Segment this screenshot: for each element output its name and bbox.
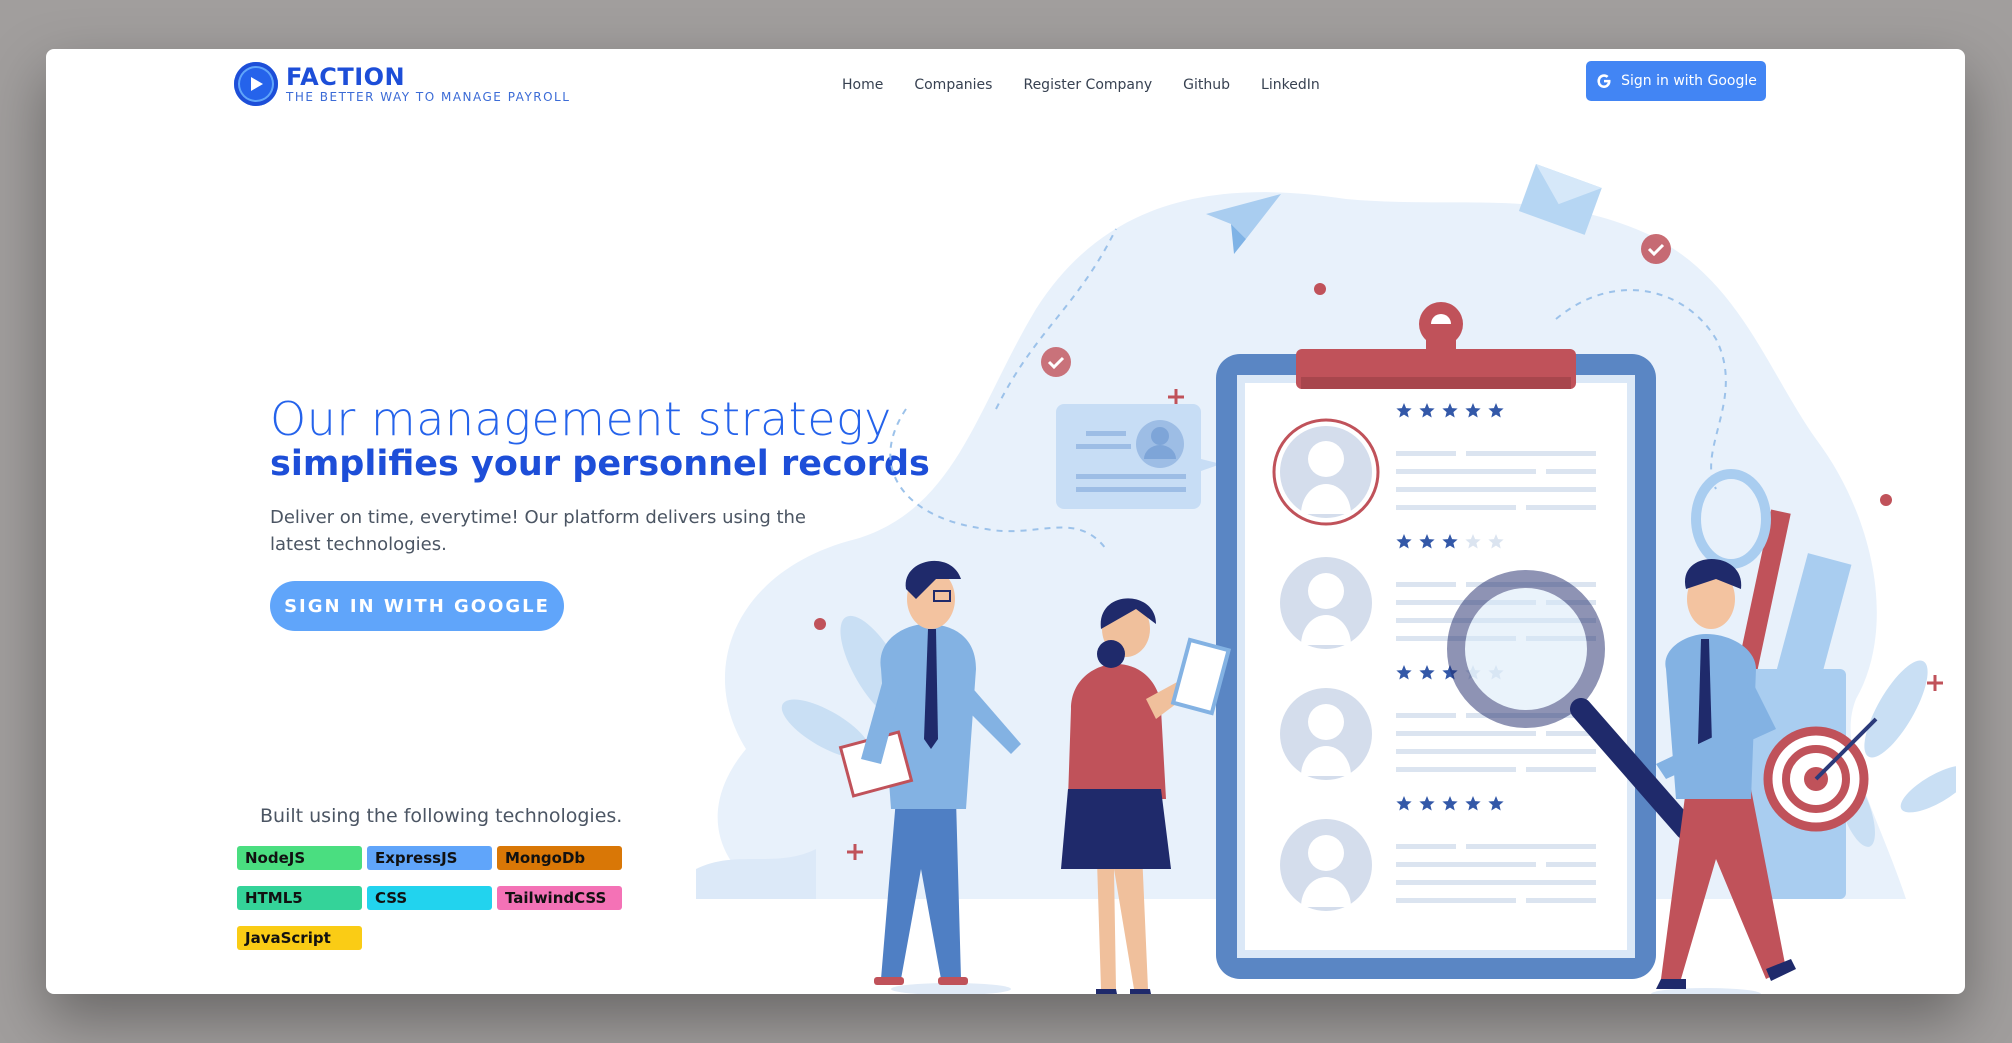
logo[interactable]: FACTION THE BETTER WAY TO MANAGE PAYROLL bbox=[234, 62, 570, 106]
google-icon bbox=[1597, 74, 1611, 88]
tech-tag-css: CSS bbox=[367, 886, 492, 910]
hero-illustration bbox=[696, 164, 1956, 994]
tech-tag-tailwindcss: TailwindCSS bbox=[497, 886, 622, 910]
tech-tag-javascript: JavaScript bbox=[237, 926, 362, 950]
tech-tag-expressjs: ExpressJS bbox=[367, 846, 492, 870]
browser-window: FACTION THE BETTER WAY TO MANAGE PAYROLL… bbox=[46, 49, 1965, 994]
tech-tag-mongodb: MongoDb bbox=[497, 846, 622, 870]
header-google-signin-label: Sign in with Google bbox=[1621, 73, 1757, 89]
play-logo-icon bbox=[234, 62, 278, 106]
brand-name: FACTION bbox=[286, 63, 406, 91]
tech-section-title: Built using the following technologies. bbox=[260, 805, 623, 827]
tech-tags: NodeJS ExpressJS MongoDb HTML5 CSS Tailw… bbox=[237, 846, 622, 950]
nav-home[interactable]: Home bbox=[842, 77, 883, 93]
nav-companies[interactable]: Companies bbox=[914, 77, 992, 93]
main-nav: Home Companies Register Company Github L… bbox=[842, 77, 1320, 93]
nav-github[interactable]: Github bbox=[1183, 77, 1230, 93]
nav-register-company[interactable]: Register Company bbox=[1023, 77, 1152, 93]
tech-tag-html5: HTML5 bbox=[237, 886, 362, 910]
hero-google-signin-button[interactable]: SIGN IN WITH GOOGLE bbox=[270, 581, 564, 631]
nav-linkedin[interactable]: LinkedIn bbox=[1261, 77, 1320, 93]
brand-tagline: THE BETTER WAY TO MANAGE PAYROLL bbox=[286, 90, 571, 104]
header-google-signin-button[interactable]: Sign in with Google bbox=[1586, 61, 1766, 101]
tech-tag-nodejs: NodeJS bbox=[237, 846, 362, 870]
